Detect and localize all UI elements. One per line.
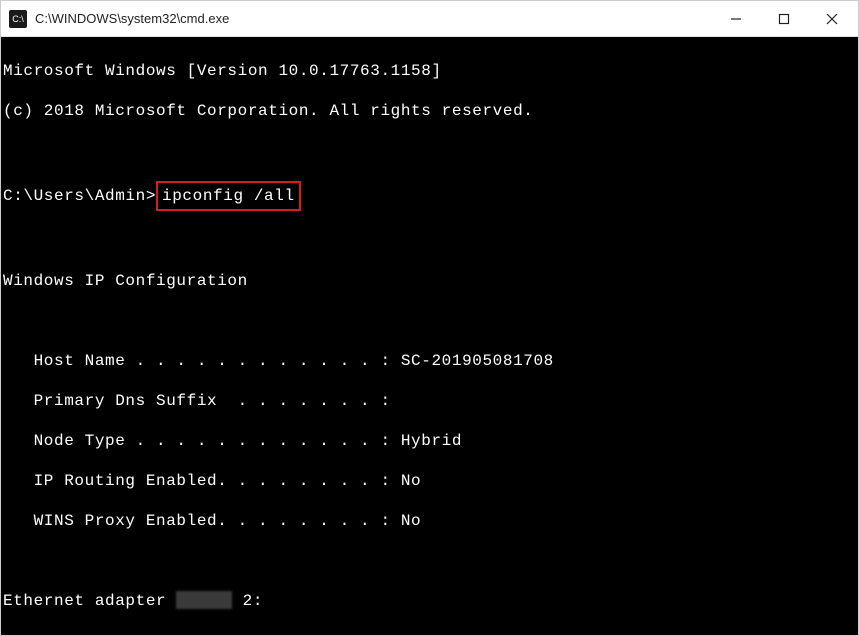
node-type-line: Node Type . . . . . . . . . . . . : Hybr… xyxy=(3,431,856,451)
primary-dns-suffix-line: Primary Dns Suffix . . . . . . . : xyxy=(3,391,856,411)
window-controls xyxy=(712,2,856,36)
blank-line xyxy=(3,551,856,571)
maximize-button[interactable] xyxy=(760,2,808,36)
redacted-adapter-name xyxy=(176,591,232,609)
adapter-header-prefix: Ethernet adapter xyxy=(3,592,176,610)
prompt-line: C:\Users\Admin> ipconfig /all xyxy=(3,181,856,211)
title-bar[interactable]: C:\ C:\WINDOWS\system32\cmd.exe xyxy=(1,1,858,37)
host-name-line: Host Name . . . . . . . . . . . . : SC-2… xyxy=(3,351,856,371)
cmd-window: C:\ C:\WINDOWS\system32\cmd.exe Microsof… xyxy=(0,0,859,636)
blank-line xyxy=(3,141,856,161)
ip-config-header: Windows IP Configuration xyxy=(3,271,856,291)
adapter-header: Ethernet adapter 2: xyxy=(3,591,856,611)
window-title: C:\WINDOWS\system32\cmd.exe xyxy=(35,11,712,26)
close-button[interactable] xyxy=(808,2,856,36)
minimize-button[interactable] xyxy=(712,2,760,36)
blank-line xyxy=(3,311,856,331)
prompt-path: C:\Users\Admin> xyxy=(3,187,156,205)
blank-line xyxy=(3,231,856,251)
wins-proxy-line: WINS Proxy Enabled. . . . . . . . : No xyxy=(3,511,856,531)
ip-routing-line: IP Routing Enabled. . . . . . . . : No xyxy=(3,471,856,491)
adapter-header-suffix: 2: xyxy=(232,592,263,610)
blank-line xyxy=(3,631,856,635)
banner-copyright: (c) 2018 Microsoft Corporation. All righ… xyxy=(3,101,856,121)
command-text: ipconfig /all xyxy=(162,187,295,205)
terminal-output[interactable]: Microsoft Windows [Version 10.0.17763.11… xyxy=(1,37,858,635)
command-highlight: ipconfig /all xyxy=(156,181,301,211)
cmd-icon: C:\ xyxy=(9,10,27,28)
banner-version: Microsoft Windows [Version 10.0.17763.11… xyxy=(3,61,856,81)
